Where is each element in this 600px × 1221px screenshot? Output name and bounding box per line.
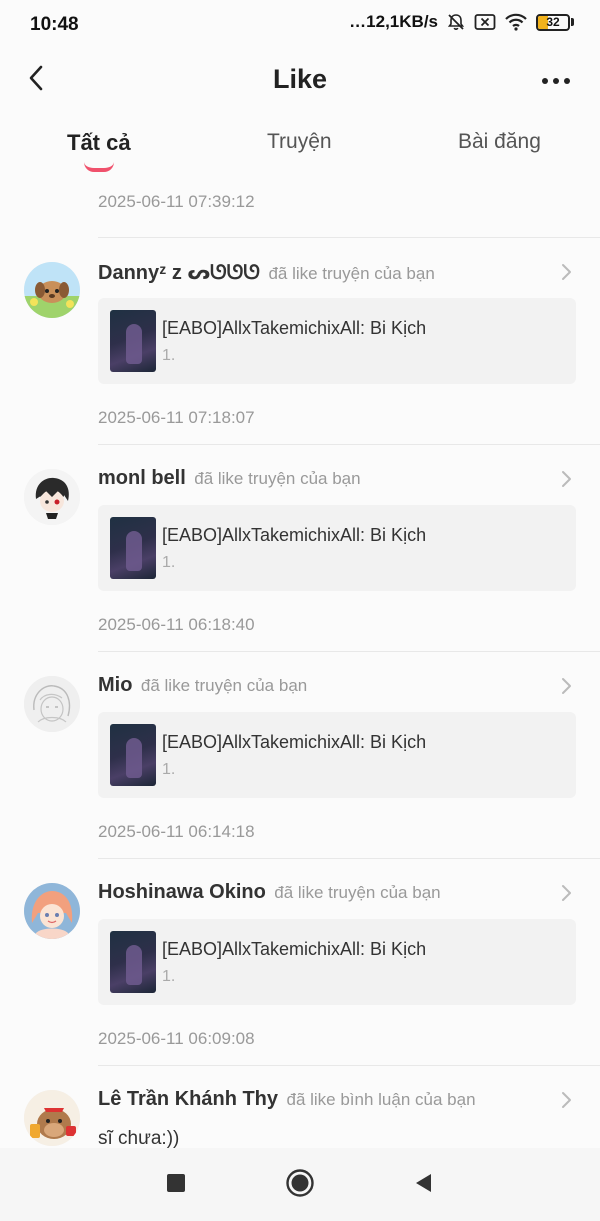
list-item[interactable]: Mio đã like truyện của bạn [EABO]AllxTak… <box>0 652 600 859</box>
list-item[interactable]: Hoshinawa Okino đã like truyện của bạn [… <box>0 859 600 1066</box>
back-icon <box>413 1172 433 1199</box>
story-title: [EABO]AllxTakemichixAll: Bi Kịch <box>162 318 427 338</box>
story-card[interactable]: [EABO]AllxTakemichixAll: Bi Kịch 1. <box>98 298 576 384</box>
chevron-right-icon <box>558 1090 574 1110</box>
story-cover-image <box>110 517 156 579</box>
tab-stories[interactable]: Truyện <box>267 130 332 154</box>
timestamp: 2025-06-11 06:09:08 <box>98 1029 255 1048</box>
tab-posts[interactable]: Bài đăng <box>458 130 541 154</box>
mute-bell-icon <box>446 12 466 32</box>
chapter-label: 1. <box>162 347 176 364</box>
action-text: đã like truyện của bạn <box>140 676 308 695</box>
battery-tip <box>571 18 574 26</box>
story-cover-image <box>110 310 156 372</box>
action-text: đã like truyện của bạn <box>274 883 441 902</box>
timestamp: 2025-06-11 07:18:07 <box>98 408 255 427</box>
recents-icon <box>166 1173 186 1198</box>
comment-text: sĩ chưa:)) <box>98 1128 180 1148</box>
action-text: đã like truyện của bạn <box>194 469 361 488</box>
avatar[interactable] <box>24 883 80 939</box>
item-header: Lê Trần Khánh Thy đã like bình luận của … <box>98 1088 560 1111</box>
header: Like <box>0 50 600 110</box>
avatar[interactable] <box>24 469 80 525</box>
battery-icon: 32 <box>536 13 574 31</box>
story-cover-image <box>110 724 156 786</box>
recents-button[interactable] <box>161 1170 191 1200</box>
more-icon-dot <box>542 78 548 84</box>
list-item[interactable]: Dannyᶻ z ᔕᘎᘎᘎ đã like truyện của bạn [EA… <box>0 238 600 445</box>
item-header: Hoshinawa Okino đã like truyện của bạn <box>98 881 560 904</box>
story-cover-image <box>110 931 156 993</box>
story-title: [EABO]AllxTakemichixAll: Bi Kịch <box>162 732 427 752</box>
network-speed: …12,1KB/s <box>349 12 438 31</box>
action-text: đã like bình luận của bạn <box>286 1090 476 1109</box>
status-bar: 10:48 …12,1KB/s 32 <box>0 0 600 50</box>
list-item[interactable]: monl bell đã like truyện của bạn [EABO]A… <box>0 445 600 652</box>
user-name[interactable]: monl bell <box>98 467 186 489</box>
item-header: Mio đã like truyện của bạn <box>98 674 560 697</box>
user-name[interactable]: Dannyᶻ z ᔕᘎᘎᘎ <box>98 262 260 284</box>
user-name[interactable]: Lê Trần Khánh Thy <box>98 1088 278 1110</box>
story-title: [EABO]AllxTakemichixAll: Bi Kịch <box>162 939 427 959</box>
more-icon-dot <box>564 78 570 84</box>
timestamp: 2025-06-11 06:14:18 <box>98 822 255 841</box>
story-card[interactable]: [EABO]AllxTakemichixAll: Bi Kịch 1. <box>98 712 576 798</box>
user-name[interactable]: Hoshinawa Okino <box>98 881 266 903</box>
like-list[interactable]: 2025-06-11 07:39:12 Dannyᶻ z ᔕᘎᘎᘎ đã lik… <box>0 178 600 1148</box>
chapter-label: 1. <box>162 968 176 985</box>
story-title: [EABO]AllxTakemichixAll: Bi Kịch <box>162 525 427 545</box>
status-time: 10:48 <box>30 14 79 35</box>
status-right: …12,1KB/s 32 <box>349 12 574 32</box>
more-icon-dot <box>553 78 559 84</box>
active-tab-indicator <box>84 162 114 172</box>
chevron-right-icon <box>558 469 574 489</box>
home-icon <box>285 1168 315 1203</box>
chevron-right-icon <box>558 676 574 696</box>
item-header: Dannyᶻ z ᔕᘎᘎᘎ đã like truyện của bạn <box>98 260 560 285</box>
avatar[interactable] <box>24 262 80 318</box>
chevron-right-icon <box>558 883 574 903</box>
more-button[interactable] <box>536 64 576 98</box>
page-title: Like <box>272 64 328 94</box>
timestamp: 2025-06-11 07:39:12 <box>98 192 255 211</box>
battery-level: 32 <box>546 15 560 29</box>
nav-back-button[interactable] <box>408 1170 438 1200</box>
battery-body: 32 <box>536 13 570 31</box>
list-item[interactable]: Lê Trần Khánh Thy đã like bình luận của … <box>0 1066 600 1148</box>
tab-bar: Tất cả Truyện Bài đăng <box>0 118 600 178</box>
story-card[interactable]: [EABO]AllxTakemichixAll: Bi Kịch 1. <box>98 919 576 1005</box>
home-button[interactable] <box>285 1168 315 1203</box>
user-name[interactable]: Mio <box>98 674 132 696</box>
wifi-icon <box>504 13 528 31</box>
system-nav-bar <box>0 1148 600 1221</box>
item-header: monl bell đã like truyện của bạn <box>98 467 560 490</box>
sim-off-icon <box>474 13 496 31</box>
story-card[interactable]: [EABO]AllxTakemichixAll: Bi Kịch 1. <box>98 505 576 591</box>
chapter-label: 1. <box>162 554 176 571</box>
chapter-label: 1. <box>162 761 176 778</box>
avatar[interactable] <box>24 676 80 732</box>
timestamp: 2025-06-11 06:18:40 <box>98 615 255 634</box>
chevron-right-icon <box>558 262 574 282</box>
tab-all[interactable]: Tất cả <box>67 130 131 156</box>
avatar[interactable] <box>24 1090 80 1146</box>
action-text: đã like truyện của bạn <box>268 264 435 283</box>
